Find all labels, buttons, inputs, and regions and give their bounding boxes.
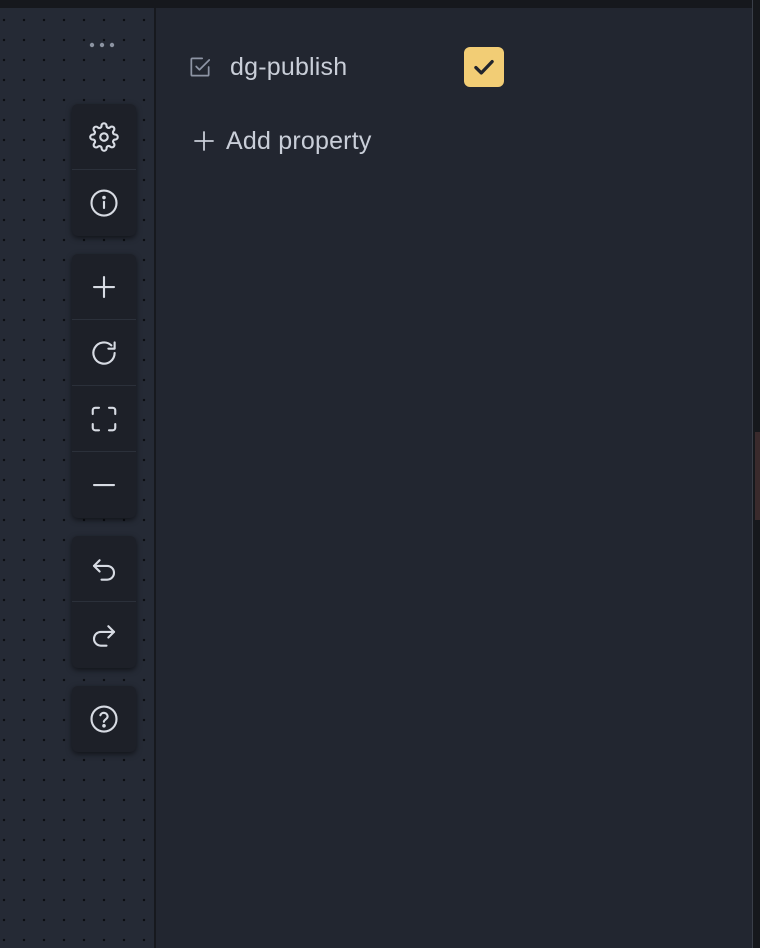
gear-icon	[89, 121, 119, 152]
redo-icon	[92, 625, 116, 647]
minus-icon	[92, 483, 116, 487]
info-button[interactable]	[72, 170, 136, 236]
refresh-button[interactable]	[72, 320, 136, 386]
checkbox-property-icon[interactable]	[186, 53, 214, 81]
ellipsis-icon	[89, 42, 115, 48]
property-name[interactable]: dg-publish	[230, 53, 347, 82]
fit-view-button[interactable]	[72, 386, 136, 452]
add-property-button[interactable]: Add property	[190, 120, 372, 162]
plus-icon	[92, 275, 116, 298]
help-icon	[90, 705, 118, 733]
more-options-button[interactable]	[88, 36, 116, 54]
property-value-checkbox[interactable]	[464, 47, 504, 87]
redo-button[interactable]	[72, 602, 136, 668]
zoom-in-button[interactable]	[72, 254, 136, 320]
fullscreen-icon	[91, 406, 117, 431]
refresh-icon	[92, 340, 116, 365]
zoom-out-button[interactable]	[72, 452, 136, 518]
settings-button[interactable]	[72, 104, 136, 170]
toolbar-group-help	[72, 686, 136, 752]
help-button[interactable]	[72, 686, 136, 752]
undo-button[interactable]	[72, 536, 136, 602]
toolbar-group-settings	[72, 104, 136, 236]
toolbar-group-history	[72, 536, 136, 668]
checkmark-icon	[474, 59, 494, 75]
scroll-indicator	[755, 432, 760, 520]
toolbar-group-view	[72, 254, 136, 518]
add-property-label: Add property	[226, 126, 372, 155]
undo-icon	[92, 558, 116, 581]
window-top-bar	[0, 0, 760, 8]
info-icon	[90, 189, 118, 217]
property-row: dg-publish	[186, 46, 347, 88]
plus-icon	[190, 127, 218, 155]
